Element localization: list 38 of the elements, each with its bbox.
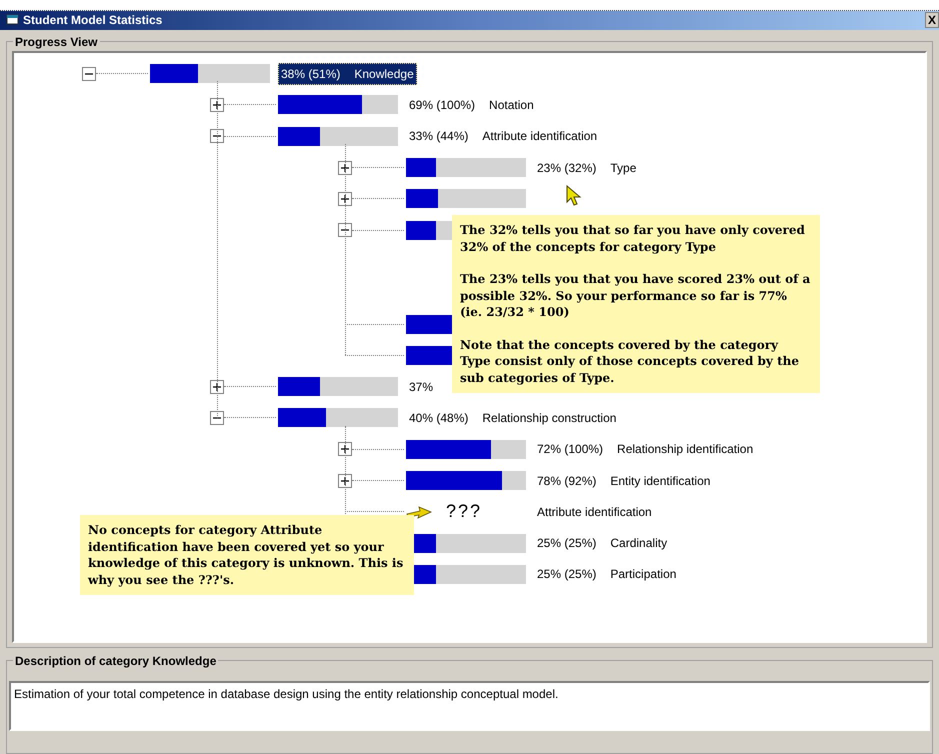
note-text: Note that the concepts covered by the category Type consist only of those concepts covered by the sub categories of Type. xyxy=(460,336,800,386)
tree-item-label[interactable]: 38% (51%) Knowledge xyxy=(278,62,417,85)
expand-toggle[interactable] xyxy=(210,410,224,425)
note-text: The 23% tells you that you have scored 23% out of a possible 32%. So your performance so far is 77% (ie. 23/32 * 100) xyxy=(460,271,812,320)
expand-toggle[interactable] xyxy=(338,223,352,238)
window-icon xyxy=(6,14,19,26)
tree-item-label[interactable]: 25% (25%) Cardinality xyxy=(534,532,670,554)
expand-toggle[interactable] xyxy=(338,442,352,456)
plus-icon xyxy=(212,100,222,110)
note-text: The 32% tells you that so far you have only covered 32% of the concepts for category Type xyxy=(460,222,806,255)
plus-icon xyxy=(340,476,350,486)
window-title: Student Model Statistics xyxy=(23,12,162,30)
tree-item-label[interactable]: 72% (100%) Relationship identification xyxy=(534,438,756,460)
plus-icon xyxy=(212,382,222,392)
expand-toggle[interactable] xyxy=(338,474,352,488)
tree-item-label[interactable]: 40% (48%) Relationship construction xyxy=(406,406,620,429)
plus-icon xyxy=(340,194,350,204)
tree-item-label[interactable]: 23% (32%) Type xyxy=(534,156,640,179)
expand-toggle[interactable] xyxy=(210,98,224,112)
arrow-icon xyxy=(406,504,432,519)
expand-toggle[interactable] xyxy=(338,160,352,175)
description-box: Estimation of your total competence in database design using the entity relationship conceptual model. xyxy=(9,681,930,731)
tree-item-label[interactable]: 78% (92%) Entity identification xyxy=(534,470,714,492)
expand-toggle[interactable] xyxy=(210,380,224,394)
close-button[interactable]: X xyxy=(925,12,939,28)
expand-toggle[interactable] xyxy=(210,129,224,144)
mouse-cursor-icon xyxy=(566,185,582,207)
tree-item-label[interactable]: 33% (44%) Attribute identification xyxy=(406,125,600,148)
plus-icon xyxy=(340,444,350,454)
expand-toggle[interactable] xyxy=(82,66,96,81)
tree-item-label[interactable]: 69% (100%) Notation xyxy=(406,94,537,116)
expand-toggle[interactable] xyxy=(338,192,352,206)
note-text: No concepts for category Attribute identification have been covered yet so your knowledge of this category is unknown. This is why you see the ???'s. xyxy=(88,522,404,588)
tree-item-label[interactable]: 25% (25%) Participation xyxy=(534,563,680,586)
tree-item-label[interactable]: 37% xyxy=(406,376,436,398)
tree-item-label[interactable]: Attribute identification xyxy=(534,500,655,523)
unknown-reading: ??? xyxy=(446,500,482,524)
plus-icon xyxy=(340,162,350,173)
